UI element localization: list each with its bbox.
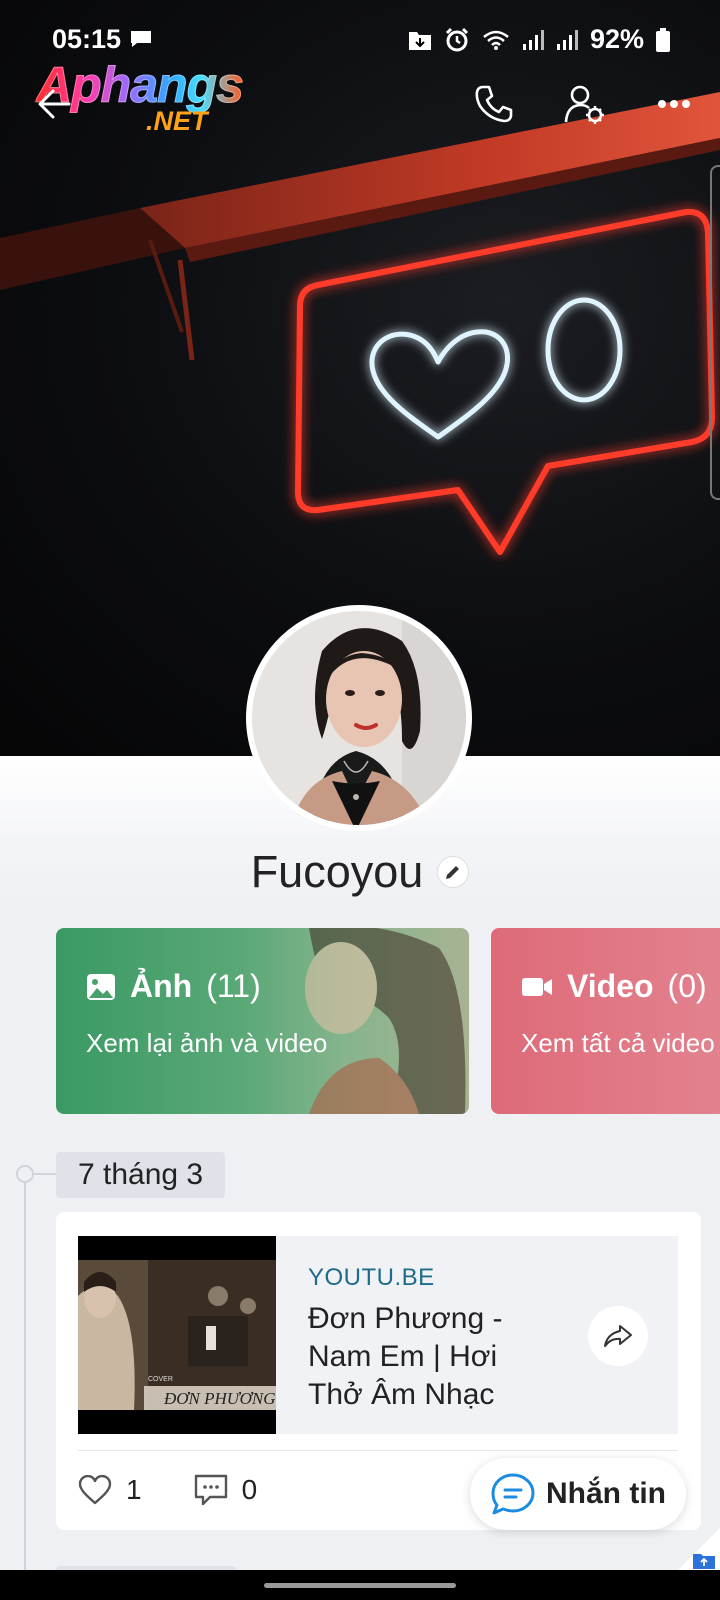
alarm-icon <box>445 27 469 51</box>
photos-card-title: Ảnh (11) <box>86 968 261 1005</box>
like-button[interactable]: 1 <box>78 1474 142 1506</box>
video-camera-icon <box>522 977 552 996</box>
watermark-sub: .NET <box>146 106 208 136</box>
share-arrow-icon <box>604 1325 632 1347</box>
thumb-caption: ĐƠN PHƯƠNG <box>163 1389 276 1408</box>
profile-name: Fucoyou <box>250 846 424 897</box>
status-time: 05:15 <box>52 24 122 54</box>
phone-icon <box>475 85 513 123</box>
video-thumbnail: COVER ĐƠN PHƯƠNG <box>78 1236 276 1434</box>
navigation-bar <box>0 1570 720 1600</box>
more-options-button[interactable] <box>650 80 698 128</box>
comment-count: 0 <box>241 1474 258 1505</box>
heart-icon <box>78 1475 112 1505</box>
back-button[interactable] <box>30 80 78 128</box>
user-settings-icon <box>564 85 604 124</box>
photos-label: Ảnh <box>130 968 193 1004</box>
videos-card[interactable]: Video (0) Xem tất cả video <box>491 928 720 1114</box>
thumb-small-text: COVER <box>148 1376 173 1383</box>
link-preview[interactable]: COVER ĐƠN PHƯƠNG YOUTU.BE Đơn Phương - N… <box>78 1236 678 1434</box>
timeline-date: 7 tháng 3 <box>56 1152 226 1198</box>
profile-settings-button[interactable] <box>560 80 610 130</box>
link-title: Đơn Phương - Nam Em | Hơi Thở Âm Nhạc <box>308 1302 503 1411</box>
message-button-label: Nhắn tin <box>546 1477 666 1510</box>
avatar-photo <box>252 611 466 825</box>
battery-icon <box>656 27 670 52</box>
link-thumbnail: COVER ĐƠN PHƯƠNG <box>78 1236 276 1434</box>
avatar[interactable] <box>246 605 472 831</box>
post-actions: 1 0 <box>78 1468 309 1512</box>
more-icon <box>658 100 690 108</box>
wifi-icon <box>483 30 509 50</box>
chat-bubble-icon <box>491 1473 535 1515</box>
comment-icon <box>194 1474 227 1506</box>
home-handle[interactable] <box>264 1583 456 1588</box>
folder-icon <box>693 1554 715 1569</box>
message-button[interactable]: Nhắn tin <box>470 1458 686 1530</box>
edit-name-button[interactable] <box>437 856 470 888</box>
videos-label: Video <box>567 968 654 1004</box>
videos-subtitle: Xem tất cả video <box>521 1028 715 1058</box>
share-button[interactable] <box>588 1306 648 1366</box>
photos-card[interactable]: Ảnh (11) Xem lại ảnh và video <box>56 928 469 1114</box>
timeline-dot <box>16 1165 34 1183</box>
message-icon <box>131 31 151 47</box>
back-arrow-icon <box>38 89 71 119</box>
link-domain: YOUTU.BE <box>308 1264 435 1291</box>
photos-count: (11) <box>206 968 261 1004</box>
photos-card-preview <box>305 928 466 1114</box>
battery-percent: 92% <box>589 24 644 54</box>
profile-name-row: Fucoyou <box>0 846 720 898</box>
comment-button[interactable]: 0 <box>194 1474 258 1506</box>
scroll-indicator <box>710 165 720 500</box>
signal-icon <box>556 29 578 50</box>
call-button[interactable] <box>470 80 518 128</box>
videos-card-title: Video (0) <box>521 968 707 1005</box>
post-divider <box>78 1450 678 1451</box>
photos-subtitle: Xem lại ảnh và video <box>86 1028 328 1058</box>
download-icon <box>408 31 431 50</box>
timeline-line <box>24 1172 26 1600</box>
image-icon <box>87 973 115 1000</box>
like-count: 1 <box>126 1474 142 1505</box>
signal-icon <box>522 29 544 50</box>
videos-count: (0) <box>667 968 707 1004</box>
status-icons: 92% <box>408 24 670 55</box>
pencil-icon <box>446 866 460 879</box>
timeline-connector <box>34 1173 56 1175</box>
